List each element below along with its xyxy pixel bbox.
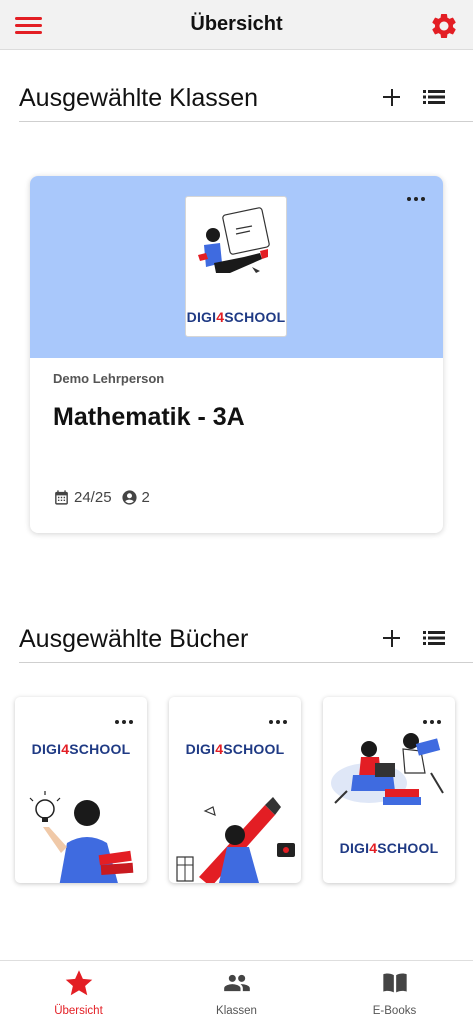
lightbulb-reader-illustration (29, 791, 134, 883)
book-more-button[interactable] (113, 715, 135, 729)
brand-prefix: DIGI (31, 741, 62, 757)
bottom-navigation: Übersicht Klassen E-Books (0, 960, 473, 1024)
more-dots-icon (407, 197, 411, 201)
add-book-button[interactable] (379, 625, 405, 651)
more-dots-icon (115, 720, 119, 724)
book-more-button[interactable] (267, 715, 289, 729)
list-icon (423, 90, 445, 104)
book-card[interactable]: DIGI4SCHOOL (323, 697, 455, 883)
school-year: 24/25 (74, 488, 112, 506)
brand-suffix: SCHOOL (224, 309, 286, 325)
member-count: 2 (141, 488, 150, 506)
more-dot (283, 720, 287, 724)
books-section-title: Ausgewählte Bücher (19, 625, 249, 653)
calendar-icon (53, 489, 70, 506)
classes-section-header: Ausgewählte Klassen (19, 72, 473, 122)
more-dots-icon (269, 720, 273, 724)
list-icon (423, 631, 445, 645)
nav-item-uebersicht[interactable]: Übersicht (0, 961, 157, 1024)
teacher-name: Demo Lehrperson (53, 371, 165, 386)
brand-suffix: SCHOOL (377, 840, 439, 856)
class-meta: 24/25 2 (53, 487, 150, 507)
brand-prefix: DIGI (186, 309, 217, 325)
nav-label: E-Books (372, 1005, 417, 1017)
class-cover-image: DIGI4SCHOOL (185, 196, 287, 337)
more-dot (122, 720, 126, 724)
pencil-student-illustration (176, 797, 295, 883)
nav-label: Übersicht (54, 1005, 103, 1017)
books-section-header: Ausgewählte Bücher (19, 613, 473, 663)
student-illustration (198, 207, 270, 273)
brand-suffix: SCHOOL (69, 741, 131, 757)
class-card[interactable]: DIGI4SCHOOL Demo Lehrperson Mathematik -… (30, 176, 443, 533)
nav-item-ebooks[interactable]: E-Books (316, 961, 473, 1024)
class-card-more-button[interactable] (405, 192, 427, 206)
class-list-button[interactable] (421, 84, 447, 110)
book-card[interactable]: DIGI4SCHOOL (169, 697, 301, 883)
more-dot (414, 197, 418, 201)
brand-suffix: SCHOOL (223, 741, 285, 757)
nav-label: Klassen (216, 1005, 257, 1017)
brand-prefix: DIGI (339, 840, 370, 856)
more-dot (276, 720, 280, 724)
book-brand: DIGI4SCHOOL (323, 840, 455, 856)
brand-prefix: DIGI (185, 741, 216, 757)
gear-icon (432, 13, 456, 38)
more-dot (129, 720, 133, 724)
person-circle-icon (121, 489, 138, 506)
more-dot (421, 197, 425, 201)
app-header: Übersicht (0, 0, 473, 50)
page-title: Übersicht (190, 13, 283, 35)
book-brand: DIGI4SCHOOL (169, 741, 301, 757)
book-card[interactable]: DIGI4SCHOOL (15, 697, 147, 883)
nav-item-klassen[interactable]: Klassen (158, 961, 315, 1024)
class-name: Mathematik - 3A (53, 403, 245, 431)
add-class-button[interactable] (379, 84, 405, 110)
star-icon (63, 969, 95, 997)
group-icon (221, 969, 253, 997)
book-brand: DIGI4SCHOOL (15, 741, 147, 757)
classes-section-title: Ausgewählte Klassen (19, 84, 259, 112)
settings-button[interactable] (425, 9, 463, 43)
book-icon (379, 969, 411, 997)
book-list-button[interactable] (421, 625, 447, 651)
laptop-students-illustration (331, 733, 444, 805)
class-cover-brand: DIGI4SCHOOL (186, 309, 286, 325)
